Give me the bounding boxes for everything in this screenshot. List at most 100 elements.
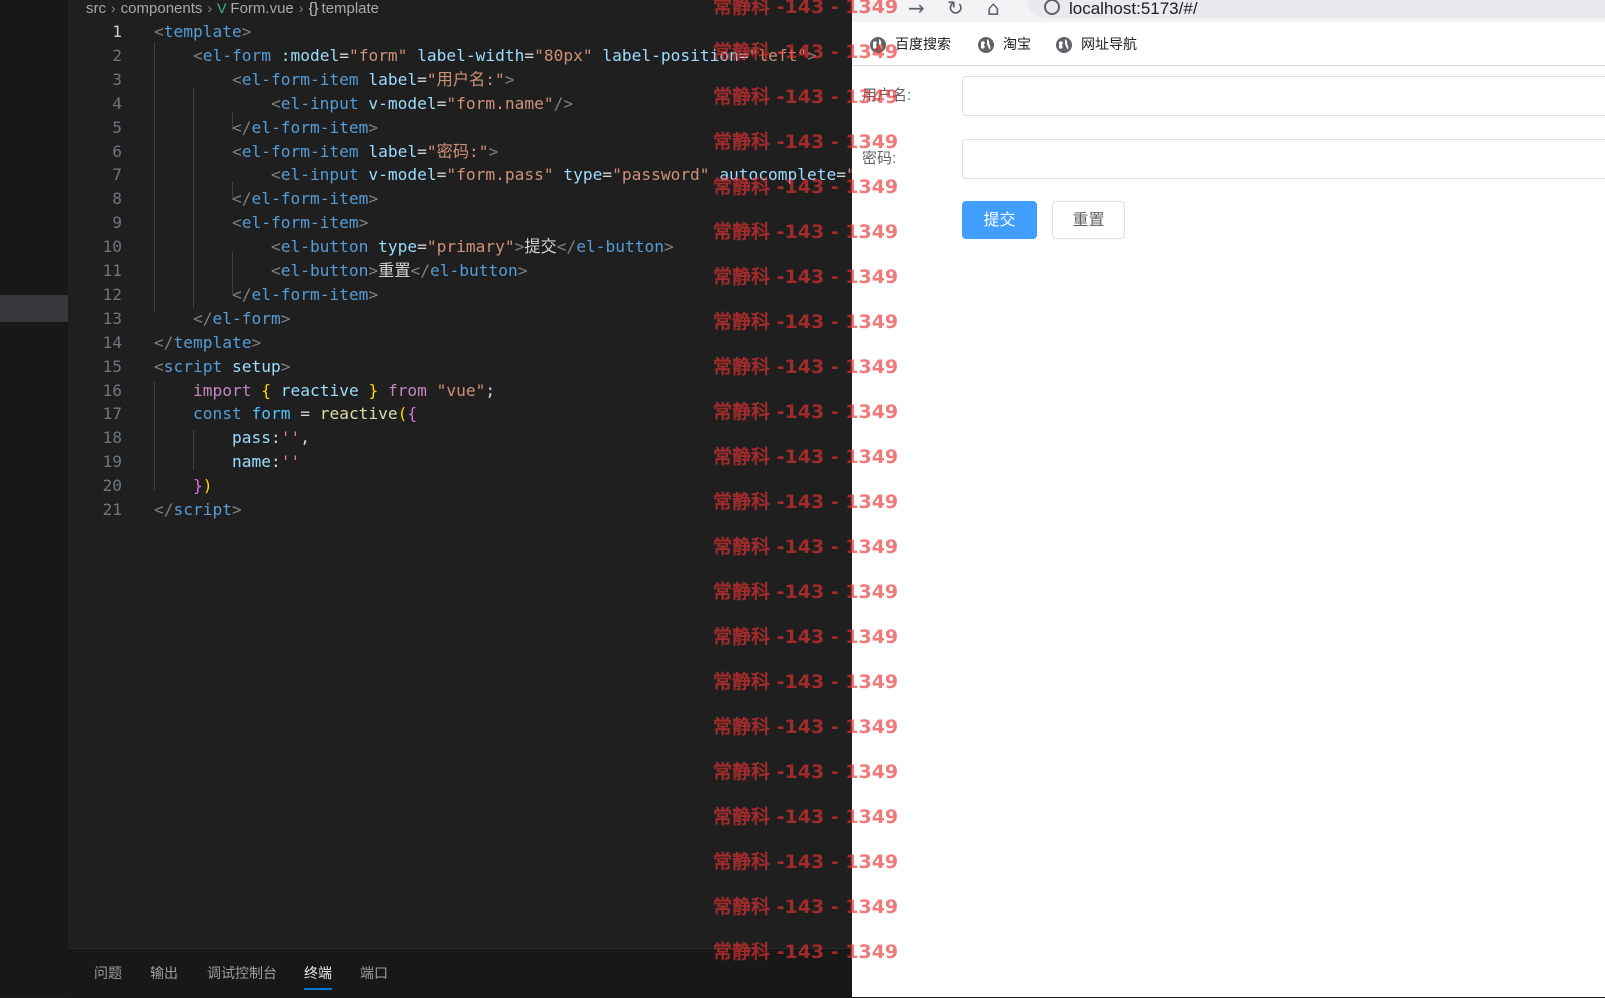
code-line[interactable]: 4 <el-input v-model="form.name"/> [68, 92, 852, 116]
code-line[interactable]: 17 const form = reactive({ [68, 402, 852, 426]
code-line[interactable]: 5 </el-form-item> [68, 116, 852, 140]
line-number: 4 [112, 93, 122, 113]
panel-tab-output[interactable]: 输出 [150, 963, 178, 983]
code-token: "密码:" [426, 141, 489, 161]
code-line[interactable]: 21 </script> [68, 498, 852, 522]
code-token: ; [485, 380, 496, 400]
code-token: < [270, 93, 281, 113]
code-token: script [173, 500, 232, 519]
code-token: '' [280, 452, 301, 472]
code-token: setup [231, 356, 281, 376]
code-token: "password" [612, 165, 710, 185]
code-token: "用户名:" [426, 69, 505, 89]
code-token: template [173, 332, 252, 352]
code-line[interactable]: 14 </template> [68, 331, 852, 355]
code-token: = [738, 45, 749, 65]
code-line[interactable]: 3 <el-form-item label="用户名:"> [68, 68, 852, 92]
bookmark-baidu[interactable]: 百度搜索 [869, 33, 951, 55]
code-token: </ [231, 117, 252, 137]
code-line[interactable]: 15 <script setup> [68, 355, 852, 379]
code-line[interactable]: 18 pass:'', [68, 426, 852, 450]
reload-icon[interactable]: ↻ [947, 0, 964, 20]
bookmark-label: 百度搜索 [895, 36, 951, 52]
code-token: > [807, 45, 817, 65]
code-token: = [339, 45, 349, 65]
code-token: : [270, 428, 281, 448]
panel-tab-debug-console[interactable]: 调试控制台 [207, 963, 277, 983]
code-line[interactable]: 13 </el-form> [68, 307, 852, 331]
password-input[interactable] [962, 139, 1605, 179]
line-number: 11 [102, 261, 123, 280]
breadcrumb-components[interactable]: components [121, 0, 203, 17]
code-line[interactable]: 20 }) [68, 474, 852, 498]
address-bar[interactable]: localhost:5173/#/ [1027, 0, 1605, 18]
panel-tab-ports[interactable]: 端口 [360, 963, 388, 983]
code-token: script [163, 356, 223, 376]
line-number: 12 [102, 284, 123, 304]
code-token: = [417, 141, 427, 161]
code-line[interactable]: 6 <el-form-item label="密码:"> [68, 140, 852, 164]
code-line[interactable]: 2 <el-form :model="form" label-width="80… [68, 44, 852, 68]
site-info-icon[interactable] [1044, 0, 1060, 15]
bookmark-taobao[interactable]: 淘宝 [977, 33, 1031, 55]
code-token: > [280, 356, 291, 376]
chevron-right-icon: › [298, 0, 304, 16]
code-token: el-button [280, 261, 369, 280]
code-token: "form.pass" [446, 165, 554, 185]
code-token: /> [553, 93, 574, 113]
activity-bar-selection[interactable] [0, 295, 68, 322]
breadcrumb-src[interactable]: src [86, 0, 106, 17]
code-token: label-position [602, 45, 739, 65]
code-line[interactable]: 8 </el-form-item> [68, 187, 852, 211]
code-line[interactable]: 10 <el-button type="primary">提交</el-butt… [68, 235, 852, 259]
code-token: "primary" [426, 237, 515, 257]
code-line[interactable]: 12 </el-form-item> [68, 283, 852, 307]
panel-tab-terminal[interactable]: 终端 [304, 963, 332, 990]
code-line[interactable]: 19 name:'' [68, 450, 852, 474]
code-token: label [368, 69, 418, 89]
breadcrumb-symbol[interactable]: template [321, 0, 379, 17]
code-token: v-model [368, 165, 437, 185]
code-editor[interactable]: 1 <template> 2 <el-form :model="form" labe… [68, 20, 852, 948]
code-token: < [231, 213, 242, 233]
code-token: el-form-item [251, 189, 369, 209]
line-number: 6 [112, 141, 122, 161]
breadcrumb-file[interactable]: Form.vue [230, 0, 293, 17]
username-input[interactable] [962, 76, 1605, 116]
reset-button[interactable]: 重置 [1052, 201, 1125, 239]
code-token: type [563, 165, 603, 185]
code-token: = [436, 93, 447, 113]
globe-icon [1056, 37, 1072, 54]
bookmark-nav[interactable]: 网址导航 [1055, 33, 1137, 55]
home-icon[interactable]: ⌂ [987, 0, 1000, 20]
code-token: </ [154, 500, 174, 519]
code-token: = [602, 165, 613, 185]
submit-button[interactable]: 提交 [962, 201, 1037, 239]
code-line[interactable]: 7 <el-input v-model="form.pass" type="pa… [68, 163, 852, 187]
line-number: 21 [102, 500, 123, 519]
code-line[interactable]: 16 import { reactive } from "vue"; [68, 379, 852, 403]
code-token: reactive [280, 380, 359, 400]
code-token: , [300, 428, 310, 448]
code-token: </ [192, 308, 213, 328]
panel-tab-problems[interactable]: 问题 [94, 963, 122, 983]
code-line[interactable]: 1 <template> [68, 20, 852, 44]
code-token: < [270, 237, 281, 257]
code-line[interactable]: 9 <el-form-item> [68, 211, 852, 235]
code-line[interactable]: 11 <el-button>重置</el-button> [68, 259, 852, 283]
forward-icon[interactable]: → [908, 0, 925, 20]
